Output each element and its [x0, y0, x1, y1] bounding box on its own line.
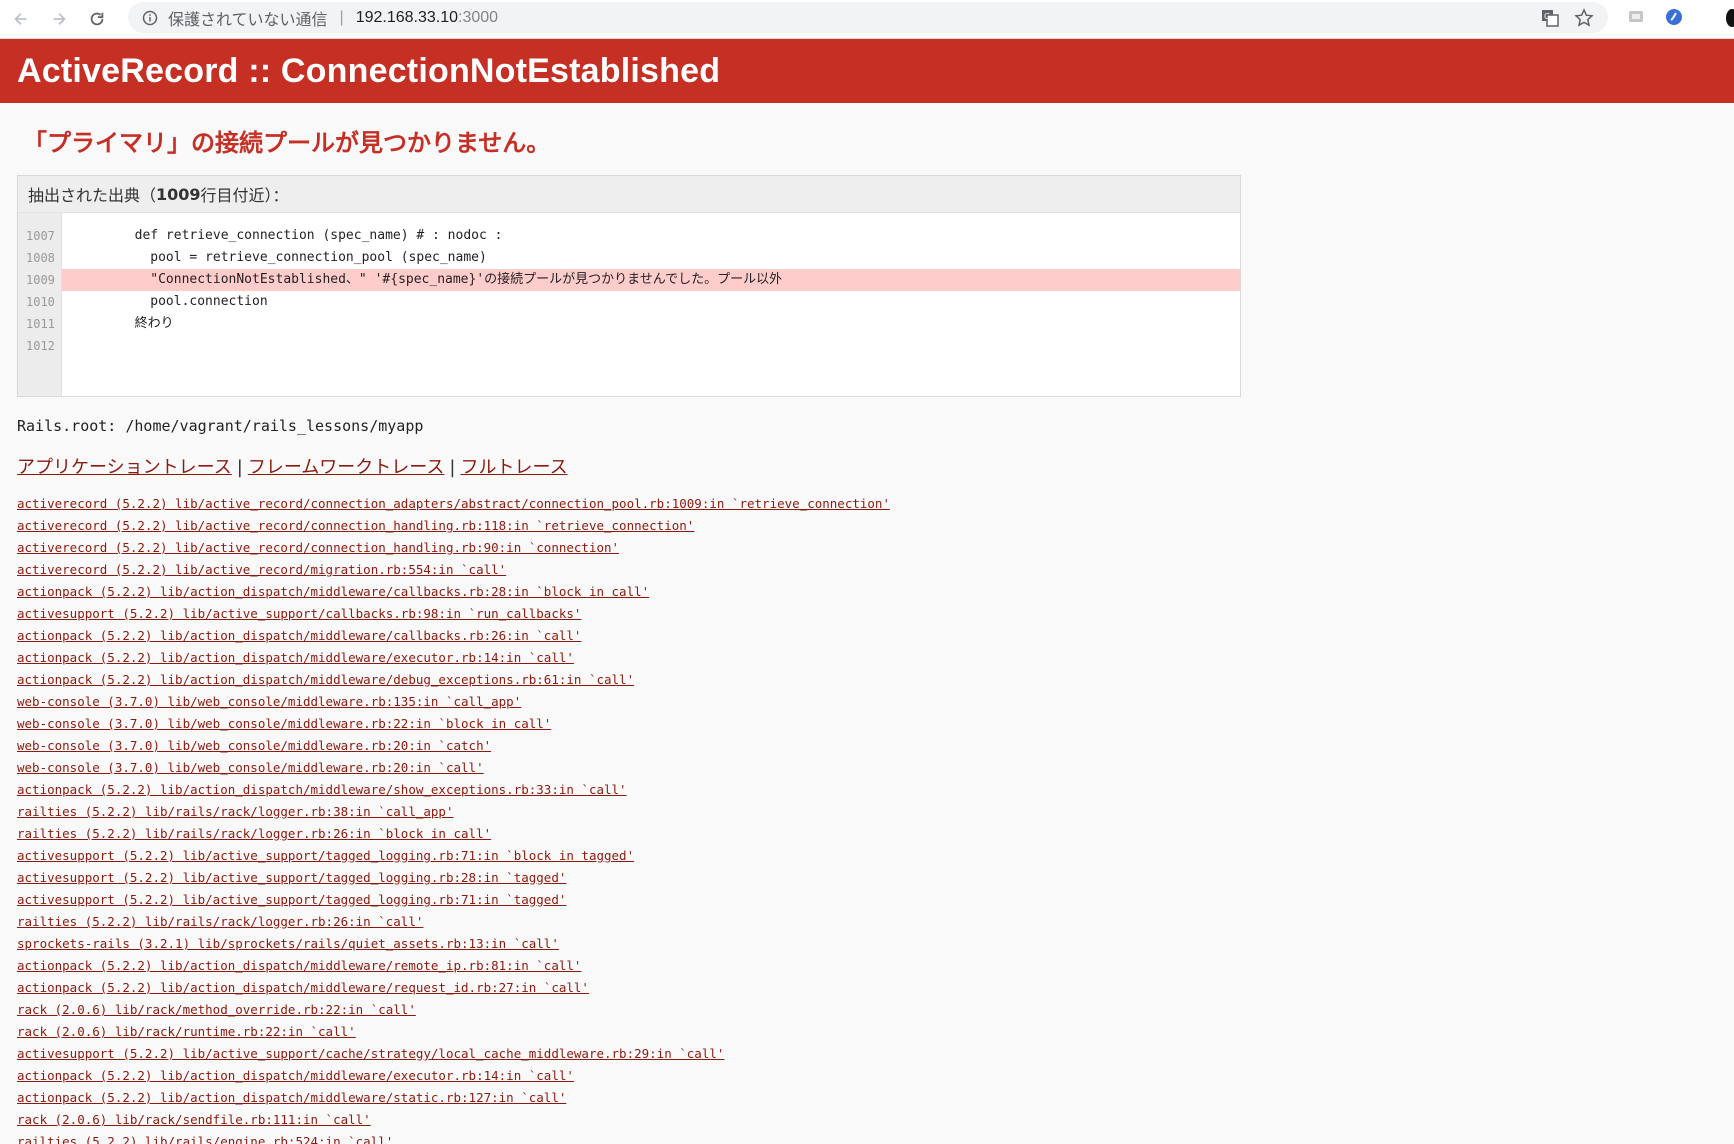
trace-entry[interactable]: railties (5.2.2) lib/rails/rack/logger.r…	[17, 801, 1717, 823]
trace-entry[interactable]: actionpack (5.2.2) lib/action_dispatch/m…	[17, 625, 1717, 647]
trace-entry[interactable]: activerecord (5.2.2) lib/active_record/c…	[17, 515, 1717, 537]
trace-entry[interactable]: actionpack (5.2.2) lib/action_dispatch/m…	[17, 581, 1717, 603]
line-number-gutter: 1007 1008 1009 1010 1011 1012	[18, 213, 62, 396]
arrow-right-icon	[53, 12, 66, 26]
extension-icon[interactable]	[1626, 7, 1646, 27]
trace-entry[interactable]: actionpack (5.2.2) lib/action_dispatch/m…	[17, 647, 1717, 669]
code-line: pool = retrieve_connection_pool (spec_na…	[72, 250, 487, 265]
source-extract-header: 抽出された出典（ 1009 行目付近）：	[18, 176, 1240, 213]
line-number: 1010	[26, 295, 55, 309]
error-header: ActiveRecord :: ConnectionNotEstablished	[0, 39, 1734, 103]
url-port: :3000	[458, 8, 499, 26]
source-extract: 抽出された出典（ 1009 行目付近）： 1007 1008 1009 1010 1…	[17, 175, 1241, 397]
trace-entry[interactable]: railties (5.2.2) lib/rails/rack/logger.r…	[17, 911, 1717, 933]
trace-entry[interactable]: activerecord (5.2.2) lib/active_record/c…	[17, 537, 1717, 559]
source-header-prefix: 抽出された出典（	[28, 186, 157, 205]
trace-entry[interactable]: actionpack (5.2.2) lib/action_dispatch/m…	[17, 779, 1717, 801]
framework-trace-link[interactable]: フレームワークトレース	[248, 457, 445, 478]
trace-tabs: アプリケーショントレース | フレームワークトレース | フルトレース	[17, 453, 1717, 479]
arrow-left-icon	[14, 12, 27, 26]
trace-entry[interactable]: rack (2.0.6) lib/rack/method_override.rb…	[17, 999, 1717, 1021]
trace-entry[interactable]: rack (2.0.6) lib/rack/sendfile.rb:111:in…	[17, 1109, 1717, 1131]
trace-entry[interactable]: sprockets-rails (3.2.1) lib/sprockets/ra…	[17, 933, 1717, 955]
line-number: 1008	[26, 251, 55, 265]
trace-entry[interactable]: actionpack (5.2.2) lib/action_dispatch/m…	[17, 1065, 1717, 1087]
trace-entry[interactable]: actionpack (5.2.2) lib/action_dispatch/m…	[17, 1087, 1717, 1109]
forward-button[interactable]	[42, 2, 76, 36]
url-separator: |	[339, 8, 344, 26]
error-title: ActiveRecord :: ConnectionNotEstablished	[17, 51, 721, 90]
menu-icon[interactable]	[1726, 9, 1734, 27]
trace-entry[interactable]: actionpack (5.2.2) lib/action_dispatch/m…	[17, 977, 1717, 999]
trace-entry[interactable]: railties (5.2.2) lib/rails/engine.rb:524…	[17, 1131, 1717, 1144]
code-line: 終わり	[72, 316, 174, 331]
trace-entry[interactable]: activesupport (5.2.2) lib/active_support…	[17, 867, 1717, 889]
security-status: 保護されていない通信	[168, 11, 328, 29]
code-line: def retrieve_connection (spec_name) # : …	[72, 228, 503, 243]
trace-entry[interactable]: rack (2.0.6) lib/rack/runtime.rb:22:in `…	[17, 1021, 1717, 1043]
line-number: 1012	[26, 339, 55, 353]
svg-text:G: G	[1544, 12, 1550, 21]
trace-entry[interactable]: web-console (3.7.0) lib/web_console/midd…	[17, 735, 1717, 757]
translate-icon[interactable]: G	[1540, 8, 1560, 28]
address-bar[interactable]: 保護されていない通信 | 192.168.33.10:3000 G	[128, 2, 1608, 33]
source-header-suffix: 行目付近）：	[200, 186, 289, 205]
trace-entry[interactable]: web-console (3.7.0) lib/web_console/midd…	[17, 713, 1717, 735]
code-lines: def retrieve_connection (spec_name) # : …	[62, 213, 1240, 396]
rails-root: Rails.root: /home/vagrant/rails_lessons/…	[17, 417, 424, 435]
trace-entry[interactable]: activerecord (5.2.2) lib/active_record/m…	[17, 559, 1717, 581]
trace-entry[interactable]: activesupport (5.2.2) lib/active_support…	[17, 1043, 1717, 1065]
line-number: 1007	[26, 229, 55, 243]
line-number: 1011	[26, 317, 55, 331]
error-message: 「プライマリ」の接続プールが見つかりません。	[23, 129, 551, 157]
back-button[interactable]	[4, 2, 38, 36]
trace-list: activerecord (5.2.2) lib/active_record/c…	[17, 493, 1717, 1144]
info-icon[interactable]	[142, 10, 158, 26]
main-content: 「プライマリ」の接続プールが見つかりません。 抽出された出典（ 1009 行目付近）…	[0, 123, 1734, 1144]
code-line: pool.connection	[72, 294, 268, 309]
source-code: 1007 1008 1009 1010 1011 1012 def retrie…	[18, 213, 1240, 396]
trace-entry[interactable]: activerecord (5.2.2) lib/active_record/c…	[17, 493, 1717, 515]
browser-toolbar: 保護されていない通信 | 192.168.33.10:3000 G	[0, 0, 1734, 39]
url-host: 192.168.33.10	[355, 8, 459, 26]
trace-entry[interactable]: actionpack (5.2.2) lib/action_dispatch/m…	[17, 955, 1717, 977]
trace-entry[interactable]: activesupport (5.2.2) lib/active_support…	[17, 603, 1717, 625]
trace-tab-separator: |	[236, 457, 243, 478]
trace-entry[interactable]: web-console (3.7.0) lib/web_console/midd…	[17, 757, 1717, 779]
line-number: 1009	[26, 273, 55, 287]
full-trace-link[interactable]: フルトレース	[460, 457, 567, 478]
reload-button[interactable]	[80, 2, 114, 36]
application-trace-link[interactable]: アプリケーショントレース	[17, 457, 232, 478]
reload-icon	[90, 12, 104, 26]
trace-entry[interactable]: web-console (3.7.0) lib/web_console/midd…	[17, 691, 1717, 713]
code-line-highlighted: "ConnectionNotEstablished、" '#{spec_name…	[62, 269, 1240, 291]
star-icon[interactable]	[1574, 8, 1594, 28]
trace-tab-separator: |	[449, 457, 456, 478]
source-header-line: 1009	[156, 184, 201, 204]
trace-entry[interactable]: activesupport (5.2.2) lib/active_support…	[17, 845, 1717, 867]
trace-entry[interactable]: railties (5.2.2) lib/rails/rack/logger.r…	[17, 823, 1717, 845]
profile-icon[interactable]	[1664, 7, 1684, 27]
trace-entry[interactable]: actionpack (5.2.2) lib/action_dispatch/m…	[17, 669, 1717, 691]
trace-entry[interactable]: activesupport (5.2.2) lib/active_support…	[17, 889, 1717, 911]
